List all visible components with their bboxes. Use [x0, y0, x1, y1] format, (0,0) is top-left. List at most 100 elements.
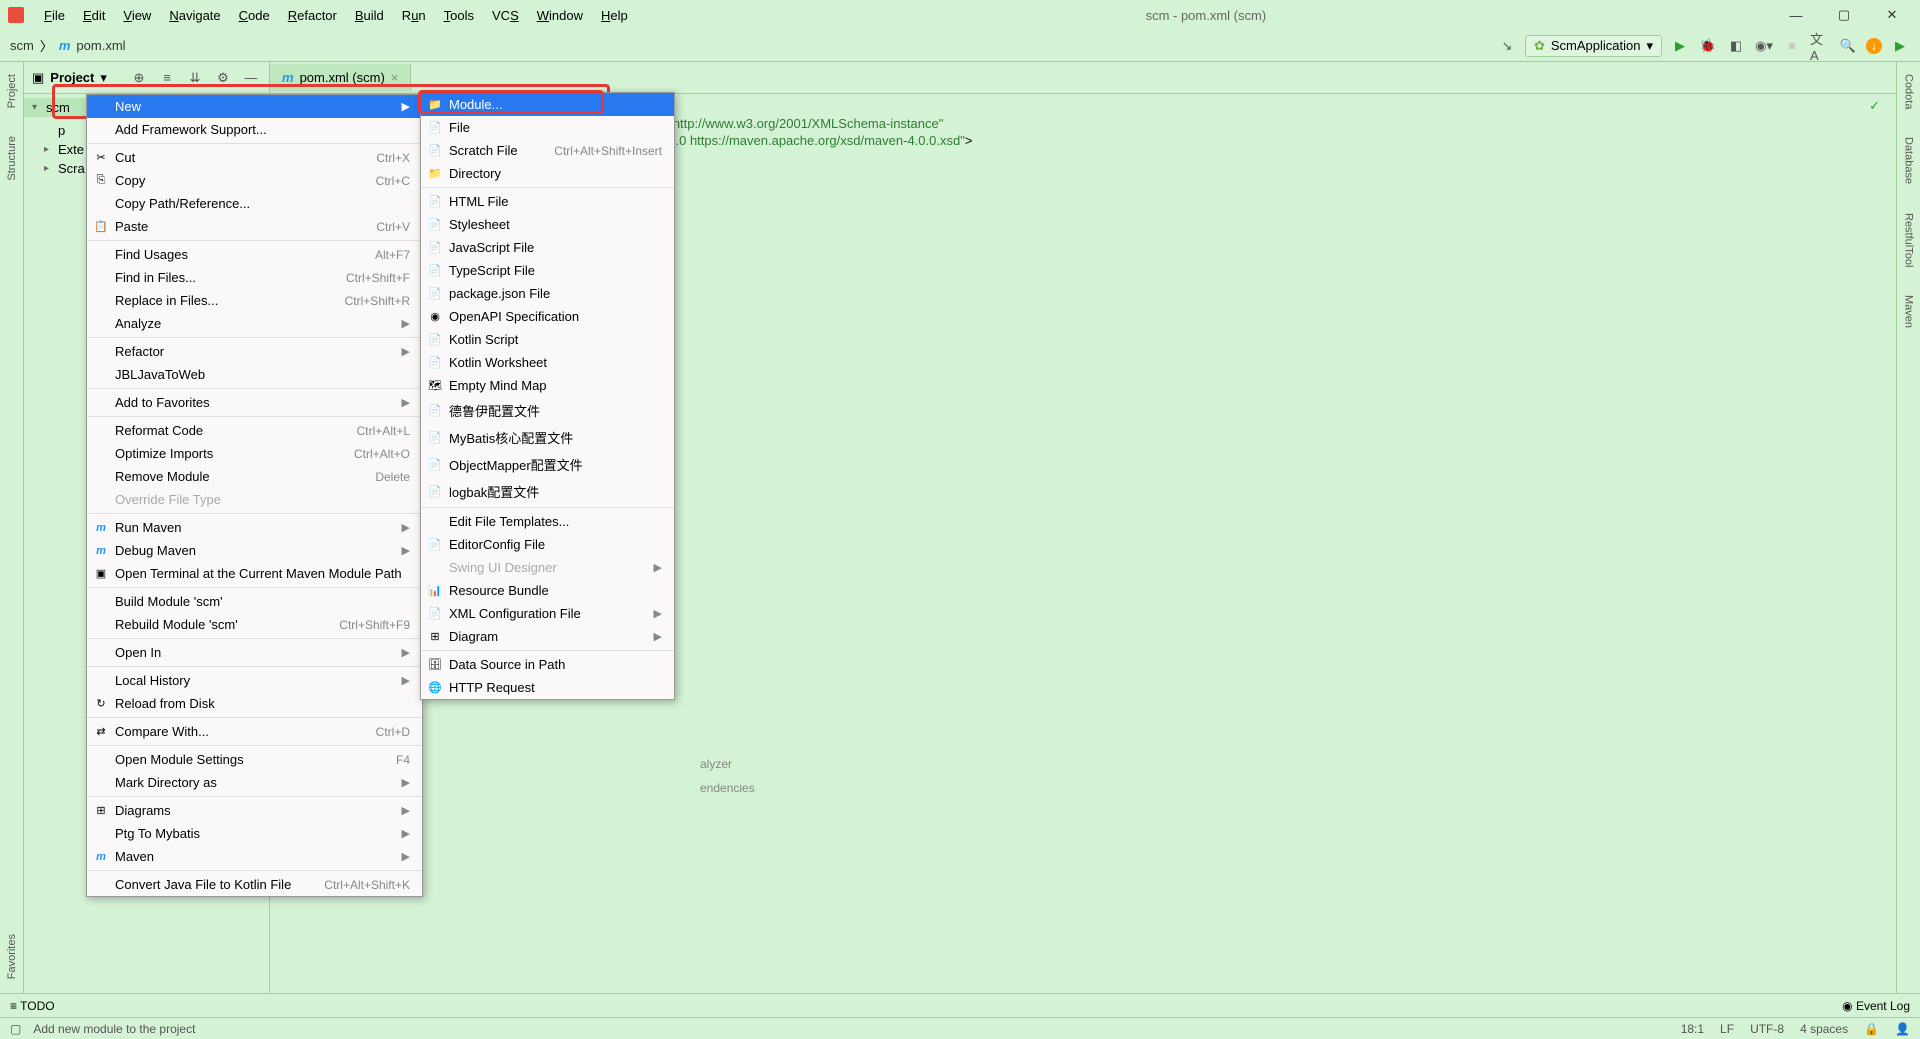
menu-item-maven[interactable]: mMaven▶ — [87, 845, 422, 868]
tool-tab-restfultool[interactable]: RestfulTool — [1903, 209, 1915, 271]
menu-item-convert-java-file-to-kotlin-file[interactable]: Convert Java File to Kotlin FileCtrl+Alt… — [87, 873, 422, 896]
menu-item-new[interactable]: New▶ — [87, 95, 422, 118]
status-line-separator[interactable]: LF — [1720, 1022, 1734, 1036]
tool-tab-eventlog[interactable]: ◉ Event Log — [1842, 999, 1910, 1013]
menu-item-remove-module[interactable]: Remove ModuleDelete — [87, 465, 422, 488]
status-hint-icon[interactable]: ▢ — [10, 1022, 21, 1036]
menu-item-analyze[interactable]: Analyze▶ — [87, 312, 422, 335]
menu-file[interactable]: File — [36, 4, 73, 27]
menu-item-package-json-file[interactable]: 📄package.json File — [421, 282, 674, 305]
tool-tab-structure[interactable]: Structure — [6, 132, 18, 185]
ide-scripting-icon[interactable]: ▶ — [1890, 36, 1910, 56]
chevron-down-icon[interactable]: ▾ — [100, 70, 107, 86]
menu-run[interactable]: Run — [394, 4, 434, 27]
inspection-indicator[interactable]: ✓ — [1869, 98, 1880, 114]
menu-item-copy[interactable]: ⎘CopyCtrl+C — [87, 169, 422, 192]
menu-item-build-module-scm[interactable]: Build Module 'scm' — [87, 590, 422, 613]
menu-refactor[interactable]: Refactor — [280, 4, 345, 27]
status-inspections-icon[interactable]: 👤 — [1895, 1022, 1910, 1036]
menu-tools[interactable]: Tools — [436, 4, 482, 27]
menu-code[interactable]: Code — [231, 4, 278, 27]
menu-item-http-request[interactable]: 🌐HTTP Request — [421, 676, 674, 699]
menu-item-debug-maven[interactable]: mDebug Maven▶ — [87, 539, 422, 562]
menu-item-add-framework-support[interactable]: Add Framework Support... — [87, 118, 422, 141]
locate-icon[interactable]: ⊕ — [129, 68, 149, 88]
menu-window[interactable]: Window — [529, 4, 591, 27]
status-encoding[interactable]: UTF-8 — [1750, 1022, 1784, 1036]
tool-tab-favorites[interactable]: Favorites — [6, 930, 18, 983]
menu-item-[interactable]: 📄德鲁伊配置文件 — [421, 397, 674, 424]
menu-item-empty-mind-map[interactable]: 🗺Empty Mind Map — [421, 374, 674, 397]
menu-edit[interactable]: Edit — [75, 4, 113, 27]
tool-tab-maven[interactable]: Maven — [1903, 291, 1915, 332]
maximize-button[interactable]: ▢ — [1824, 3, 1864, 27]
tool-tab-todo[interactable]: ≡ TODO — [10, 999, 55, 1013]
gear-icon[interactable]: ⚙ — [213, 68, 233, 88]
project-panel-title[interactable]: Project — [50, 70, 94, 85]
updates-icon[interactable]: ↓ — [1866, 38, 1882, 54]
close-button[interactable]: ✕ — [1872, 3, 1912, 27]
menu-item-mark-directory-as[interactable]: Mark Directory as▶ — [87, 771, 422, 794]
menu-item-logbak[interactable]: 📄logbak配置文件 — [421, 478, 674, 505]
status-lock-icon[interactable]: 🔒 — [1864, 1022, 1879, 1036]
search-icon[interactable]: 🔍 — [1838, 36, 1858, 56]
menu-item-reformat-code[interactable]: Reformat CodeCtrl+Alt+L — [87, 419, 422, 442]
menu-item-stylesheet[interactable]: 📄Stylesheet — [421, 213, 674, 236]
menu-item-mybatis[interactable]: 📄MyBatis核心配置文件 — [421, 424, 674, 451]
menu-item-file[interactable]: 📄File — [421, 116, 674, 139]
breadcrumb-root[interactable]: scm — [10, 38, 34, 53]
tool-tab-project[interactable]: Project — [6, 70, 18, 112]
run-config-selector[interactable]: ✿ ScmApplication ▾ — [1525, 35, 1662, 57]
menu-item-optimize-imports[interactable]: Optimize ImportsCtrl+Alt+O — [87, 442, 422, 465]
menu-item-find-in-files[interactable]: Find in Files...Ctrl+Shift+F — [87, 266, 422, 289]
menu-item-local-history[interactable]: Local History▶ — [87, 669, 422, 692]
menu-item-reload-from-disk[interactable]: ↻Reload from Disk — [87, 692, 422, 715]
menu-item-replace-in-files[interactable]: Replace in Files...Ctrl+Shift+R — [87, 289, 422, 312]
menu-item-ptg-to-mybatis[interactable]: Ptg To Mybatis▶ — [87, 822, 422, 845]
menu-item-kotlin-worksheet[interactable]: 📄Kotlin Worksheet — [421, 351, 674, 374]
menu-item-html-file[interactable]: 📄HTML File — [421, 190, 674, 213]
tool-tab-codota[interactable]: Codota — [1903, 70, 1915, 113]
menu-item-edit-file-templates[interactable]: Edit File Templates... — [421, 510, 674, 533]
coverage-button[interactable]: ◧ — [1726, 36, 1746, 56]
menu-item-refactor[interactable]: Refactor▶ — [87, 340, 422, 363]
menu-item-diagram[interactable]: ⊞Diagram▶ — [421, 625, 674, 648]
breadcrumb-file[interactable]: pom.xml — [76, 38, 125, 53]
menu-item-run-maven[interactable]: mRun Maven▶ — [87, 516, 422, 539]
menu-help[interactable]: Help — [593, 4, 636, 27]
debug-button[interactable]: 🐞 — [1698, 36, 1718, 56]
profiler-button[interactable]: ◉▾ — [1754, 36, 1774, 56]
build-icon[interactable]: ↘ — [1497, 36, 1517, 56]
expand-icon[interactable]: ≡ — [157, 68, 177, 88]
collapse-icon[interactable]: ⇊ — [185, 68, 205, 88]
menu-vcs[interactable]: VCS — [484, 4, 527, 27]
menu-item-resource-bundle[interactable]: 📊Resource Bundle — [421, 579, 674, 602]
menu-item-typescript-file[interactable]: 📄TypeScript File — [421, 259, 674, 282]
menu-item-xml-configuration-file[interactable]: 📄XML Configuration File▶ — [421, 602, 674, 625]
menu-item-rebuild-module-scm[interactable]: Rebuild Module 'scm'Ctrl+Shift+F9 — [87, 613, 422, 636]
menu-item-editorconfig-file[interactable]: 📄EditorConfig File — [421, 533, 674, 556]
menu-item-javascript-file[interactable]: 📄JavaScript File — [421, 236, 674, 259]
stop-button[interactable]: ■ — [1782, 36, 1802, 56]
translate-icon[interactable]: 文A — [1810, 36, 1830, 56]
menu-item-compare-with[interactable]: ⇄Compare With...Ctrl+D — [87, 720, 422, 743]
menu-view[interactable]: View — [115, 4, 159, 27]
menu-item-copy-path-reference[interactable]: Copy Path/Reference... — [87, 192, 422, 215]
menu-item-paste[interactable]: 📋PasteCtrl+V — [87, 215, 422, 238]
minimize-button[interactable]: — — [1776, 3, 1816, 27]
menu-item-add-to-favorites[interactable]: Add to Favorites▶ — [87, 391, 422, 414]
menu-item-open-terminal-at-the-current-maven-module-path[interactable]: ▣Open Terminal at the Current Maven Modu… — [87, 562, 422, 585]
menu-navigate[interactable]: Navigate — [161, 4, 228, 27]
menu-item-module[interactable]: 📁Module... — [421, 93, 674, 116]
menu-item-directory[interactable]: 📁Directory — [421, 162, 674, 185]
editor-tab[interactable]: m pom.xml (scm) × — [270, 64, 411, 91]
hide-icon[interactable]: — — [241, 68, 261, 88]
menu-item-diagrams[interactable]: ⊞Diagrams▶ — [87, 799, 422, 822]
menu-item-kotlin-script[interactable]: 📄Kotlin Script — [421, 328, 674, 351]
close-tab-icon[interactable]: × — [391, 70, 399, 85]
menu-item-find-usages[interactable]: Find UsagesAlt+F7 — [87, 243, 422, 266]
menu-item-scratch-file[interactable]: 📄Scratch FileCtrl+Alt+Shift+Insert — [421, 139, 674, 162]
menu-item-jbljavatoweb[interactable]: JBLJavaToWeb — [87, 363, 422, 386]
status-position[interactable]: 18:1 — [1681, 1022, 1704, 1036]
status-indent[interactable]: 4 spaces — [1800, 1022, 1848, 1036]
